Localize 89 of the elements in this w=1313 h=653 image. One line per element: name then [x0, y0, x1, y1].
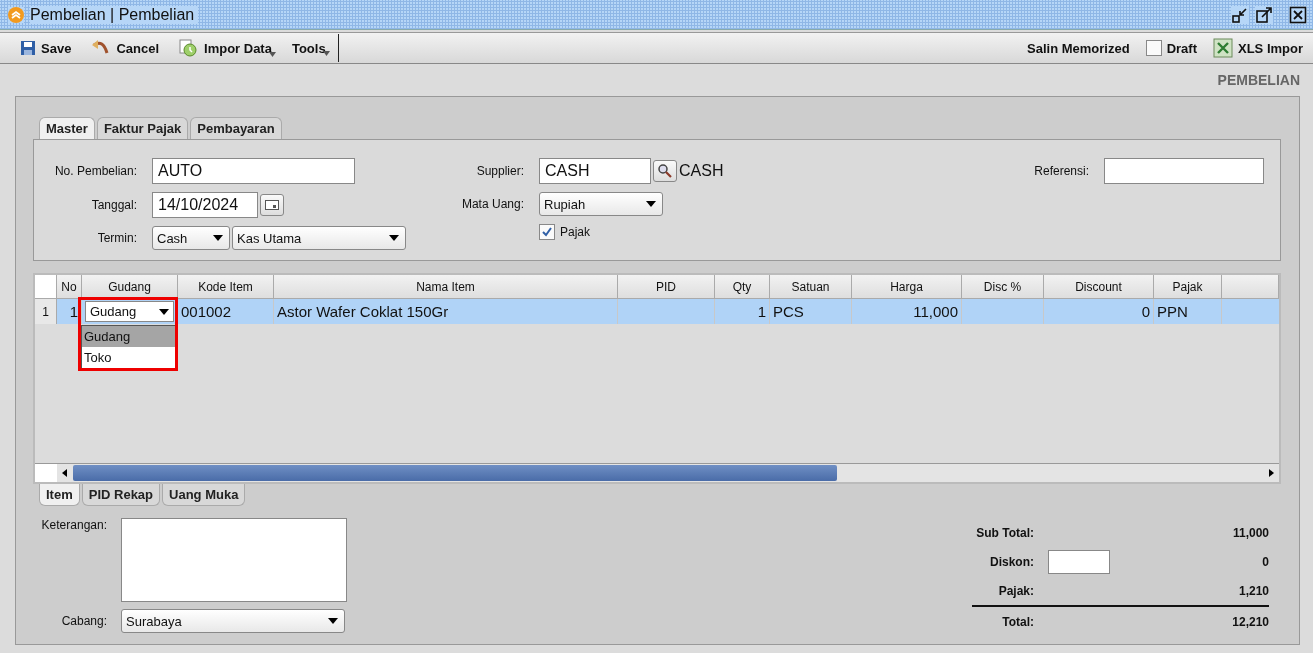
table-cell: 0	[1044, 299, 1154, 324]
xls-import-button[interactable]: XLS Impor	[1213, 38, 1303, 58]
caret-icon	[159, 308, 169, 315]
table-cell: 001002	[178, 299, 274, 324]
horizontal-scrollbar[interactable]	[35, 463, 1279, 482]
field-label: Supplier:	[475, 164, 524, 178]
table-cell: Astor Wafer Coklat 150Gr	[274, 299, 618, 324]
close-icon[interactable]	[1289, 5, 1307, 24]
caret-icon	[268, 52, 276, 57]
field-label: Termin:	[96, 231, 137, 245]
draft-checkbox[interactable]: Draft	[1145, 40, 1197, 56]
total-label: Pajak:	[997, 583, 1034, 598]
column-header[interactable]: Pajak	[1154, 275, 1222, 299]
caret-icon	[328, 618, 338, 624]
currency-dropdown[interactable]: Rupiah	[539, 192, 663, 216]
search-icon	[657, 163, 673, 179]
restore-icon[interactable]	[1231, 5, 1249, 24]
total-value: 12,210	[1232, 614, 1269, 629]
column-header[interactable]: Satuan	[770, 275, 852, 299]
total-value: 1,210	[1238, 583, 1269, 598]
table-row[interactable]: 1 1 Gudang 001002 Astor Wafer Coklat 150Gr 1 PCS 11,000 0 PPN	[35, 299, 1279, 324]
warehouse-dropdown[interactable]: Gudang	[85, 301, 174, 322]
maximize-icon[interactable]	[1255, 5, 1273, 24]
branch-dropdown[interactable]: Surabaya	[121, 609, 345, 633]
caret-icon	[646, 201, 656, 207]
import-data-button[interactable]: Impor Data	[179, 39, 272, 57]
total-value: 0	[1262, 554, 1269, 569]
termin-dropdown[interactable]: Cash	[152, 226, 230, 250]
calendar-icon	[265, 200, 279, 210]
column-header[interactable]: Kode Item	[178, 275, 274, 299]
column-header[interactable]: No	[57, 275, 82, 299]
page-heading: PEMBELIAN	[1217, 72, 1300, 88]
clock-document-icon	[179, 39, 199, 57]
column-header[interactable]: PID	[618, 275, 715, 299]
app-logo-icon	[8, 6, 24, 23]
tab[interactable]: Uang Muka	[162, 484, 246, 506]
column-header[interactable]: Harga	[852, 275, 962, 299]
field-label: No. Pembelian:	[53, 164, 137, 178]
total-value: 11,000	[1232, 525, 1269, 540]
table-cell: PCS	[770, 299, 852, 324]
row-header: 1	[35, 299, 57, 324]
tab[interactable]: Master	[39, 117, 95, 139]
referensi-field[interactable]	[1104, 158, 1264, 184]
table-cell: 1	[715, 299, 770, 324]
corner-cell	[35, 275, 57, 299]
tab[interactable]: Faktur Pajak	[96, 117, 189, 139]
search-button[interactable]	[653, 160, 677, 182]
caret-icon	[213, 235, 223, 241]
table-cell: 1	[57, 299, 82, 324]
scrollbar-thumb[interactable]	[73, 465, 837, 481]
supplier-field[interactable]: CASH	[539, 158, 651, 184]
table-cell: PPN	[1154, 299, 1222, 324]
window-title: Pembelian | Pembelian	[30, 5, 199, 24]
tab[interactable]: Pembayaran	[190, 117, 282, 139]
dropdown-option[interactable]: Toko	[82, 347, 176, 368]
scrollbar-corner	[35, 464, 57, 482]
dropdown-option[interactable]: Gudang	[82, 326, 176, 347]
total-label: Sub Total:	[975, 525, 1034, 540]
date-field[interactable]: 14/10/2024	[152, 192, 258, 218]
field-label: Mata Uang:	[460, 197, 524, 211]
column-header[interactable]: Gudang	[82, 275, 178, 299]
notes-field[interactable]	[121, 518, 347, 602]
table-cell: 11,000	[852, 299, 962, 324]
save-button[interactable]: Save	[20, 40, 72, 56]
no-pembelian-field[interactable]: AUTO	[152, 158, 355, 184]
spreadsheet-icon	[1213, 38, 1233, 58]
tools-menu-button[interactable]: Tools	[291, 40, 326, 56]
total-label: Diskon:	[989, 554, 1034, 569]
column-header[interactable]: Qty	[715, 275, 770, 299]
calendar-button[interactable]	[260, 194, 284, 216]
supplier-name: CASH	[679, 162, 724, 180]
account-dropdown[interactable]: Kas Utama	[232, 226, 406, 250]
save-icon	[20, 40, 36, 56]
pajak-checkbox[interactable]: Pajak	[539, 224, 734, 240]
field-label: Tanggal:	[90, 198, 137, 212]
column-header[interactable]: Nama Item	[274, 275, 618, 299]
cancel-button[interactable]: Cancel	[91, 39, 159, 57]
field-label: Cabang:	[60, 614, 107, 628]
salin-memorized-button[interactable]: Salin Memorized	[1027, 40, 1130, 56]
discount-field[interactable]	[1048, 549, 1110, 574]
checkmark-icon	[541, 226, 553, 238]
column-header[interactable]: Disc %	[962, 275, 1044, 299]
caret-icon	[389, 235, 399, 241]
tab[interactable]: PID Rekap	[81, 484, 161, 506]
tab[interactable]: Item	[39, 484, 80, 506]
total-label: Total:	[1001, 614, 1034, 629]
column-header[interactable]: Discount	[1044, 275, 1154, 299]
field-label: Referensi:	[1034, 164, 1089, 178]
field-label: Keterangan:	[40, 518, 107, 532]
